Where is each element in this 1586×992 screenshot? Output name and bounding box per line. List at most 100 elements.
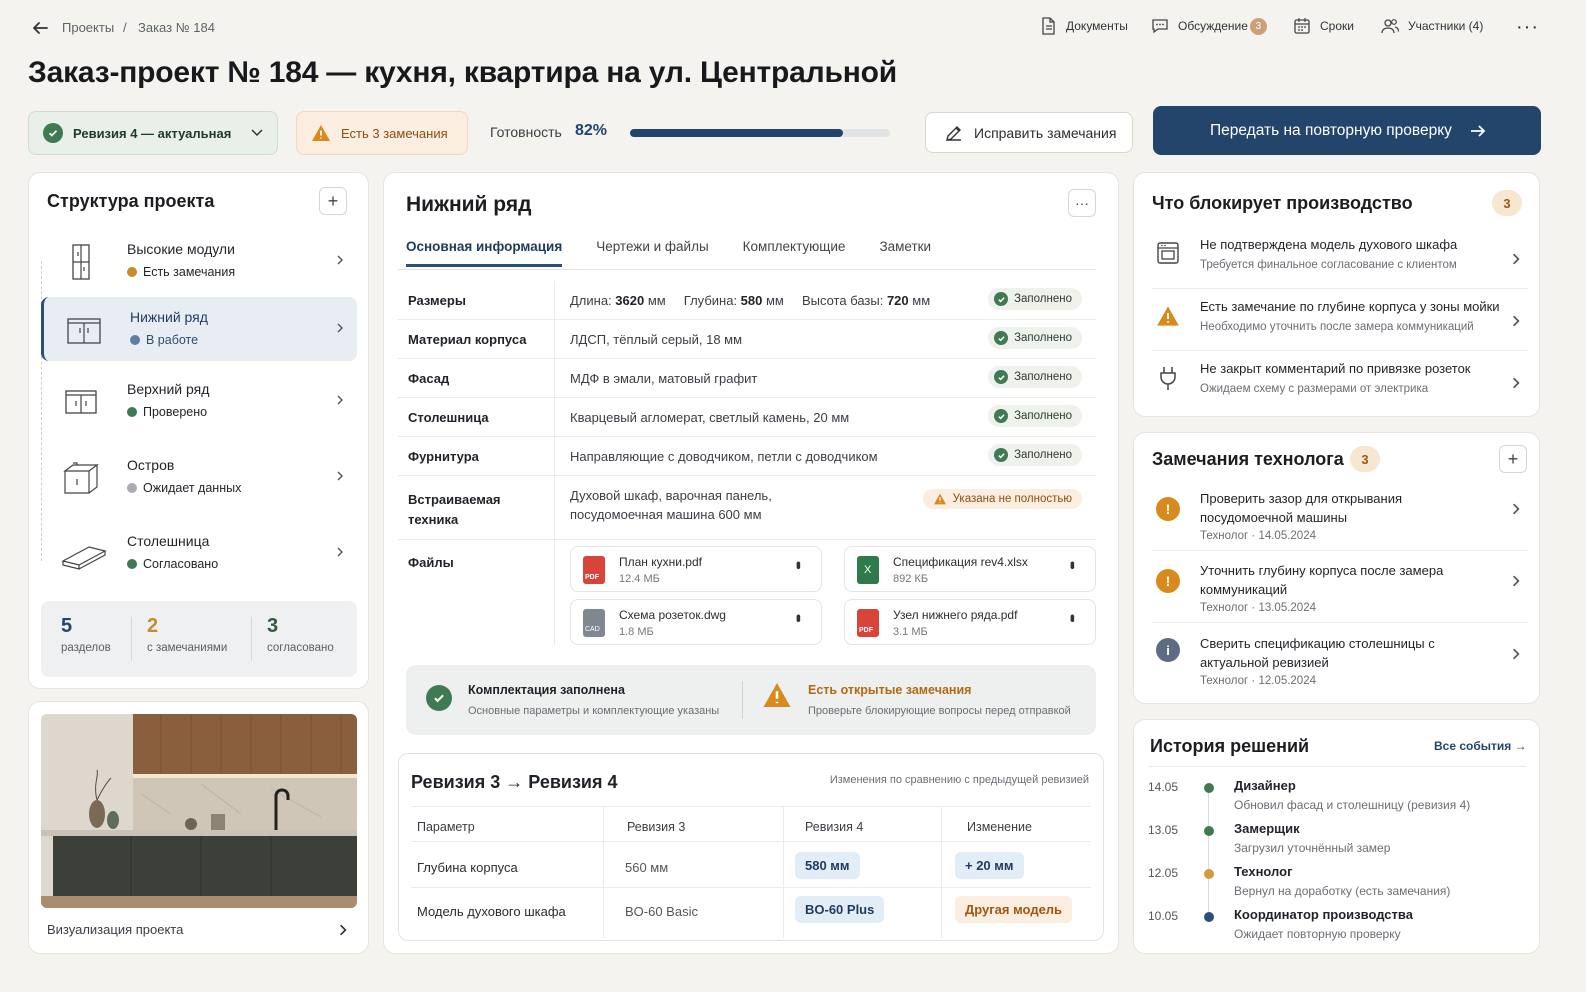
fix-remarks-button[interactable]: Исправить замечания	[925, 112, 1133, 153]
blocker-item[interactable]: Есть замечание по глубине корпуса у зоны…	[1152, 291, 1528, 351]
note-item[interactable]: i Сверить спецификацию столешницы с акту…	[1152, 634, 1528, 696]
tab-components[interactable]: Комплектующие	[743, 239, 846, 267]
plug-icon	[1160, 367, 1176, 390]
detail-row-body-material: Материал корпуса ЛДСП, тёплый серый, 18 …	[398, 320, 1096, 359]
status-text: Указана не полностью	[952, 493, 1072, 505]
file-card[interactable]: X Спецификация rev4.xlsx 892 КБ •••	[844, 546, 1096, 592]
kebab-menu-icon[interactable]: •••	[791, 561, 807, 567]
kebab-menu-icon[interactable]: •••	[791, 614, 807, 620]
table-cell: Модель духового шкафа	[417, 904, 566, 919]
summary-warn-subtitle: Проверьте блокирующие вопросы перед отпр…	[808, 705, 1071, 717]
tab-notes[interactable]: Заметки	[879, 239, 931, 267]
status-filled-badge: Заполнено	[988, 444, 1082, 466]
blocker-item[interactable]: Не подтверждена модель духового шкафа Тр…	[1152, 229, 1528, 289]
detail-value: Направляющие с доводчиком, петли с довод…	[570, 449, 878, 464]
check-circle-icon	[426, 685, 452, 711]
change-chip: + 20 мм	[955, 852, 1024, 879]
notes-count-badge: 3	[1350, 446, 1380, 472]
section-detail-panel: Нижний ряд ··· Основная информация Черте…	[383, 172, 1119, 954]
table-cell: 560 мм	[625, 860, 669, 875]
blocker-item[interactable]: Не закрыт комментарий по привязке розето…	[1152, 353, 1528, 413]
kebab-menu-icon[interactable]: •••	[1065, 614, 1081, 620]
divider	[251, 617, 252, 661]
tab-main-info[interactable]: Основная информация	[406, 239, 563, 267]
structure-item-status: Ожидает данных	[127, 481, 241, 495]
stat-approved: 3 согласовано	[267, 615, 334, 654]
kebab-menu-icon[interactable]: •••	[1065, 561, 1081, 567]
status-filled-badge: Заполнено	[988, 288, 1082, 310]
note-date: 14.05.2024	[1258, 530, 1316, 542]
blocker-title: Есть замечание по глубине корпуса у зоны…	[1200, 299, 1500, 314]
detail-key: Размеры	[408, 293, 466, 308]
blocker-title: Не закрыт комментарий по привязке розето…	[1200, 361, 1471, 376]
breadcrumb-projects[interactable]: Проекты	[62, 20, 114, 35]
detail-value: Духовой шкаф, варочная панель, посудомое…	[570, 488, 772, 522]
file-card[interactable]: PDF Узел нижнего ряда.pdf 3.1 МБ •••	[844, 599, 1096, 645]
detail-row-dimensions: Размеры Длина: 3620 мм Глубина: 580 мм В…	[398, 281, 1096, 320]
discussion-button[interactable]: Обсуждение 3	[1150, 16, 1267, 36]
table-header: Ревизия 4	[805, 820, 864, 834]
discussion-label: Обсуждение	[1178, 19, 1248, 33]
table-header: Ревизия 3	[627, 820, 686, 834]
chevron-right-icon	[337, 395, 343, 405]
more-menu-icon[interactable]: ···	[1516, 16, 1539, 39]
structure-item-upper-row[interactable]: Верхний ряд Проверено	[41, 369, 357, 433]
check-circle-icon	[994, 292, 1009, 306]
section-more-button[interactable]: ···	[1068, 189, 1096, 217]
status-dot	[127, 267, 137, 277]
file-card[interactable]: CAD Схема розеток.dwg 1.8 МБ •••	[570, 599, 822, 645]
revision-selector[interactable]: Ревизия 4 — актуальная	[28, 111, 278, 155]
status-incomplete-badge: Указана не полностью	[922, 489, 1082, 509]
stat-with-remarks: 2 с замечаниями	[147, 615, 227, 654]
status-dot	[130, 335, 140, 345]
tab-drawings-files[interactable]: Чертежи и файлы	[596, 239, 708, 267]
wall-cabinet-icon	[65, 390, 97, 414]
submit-recheck-button[interactable]: Передать на повторную проверку	[1153, 106, 1541, 155]
note-author: Технолог	[1200, 675, 1249, 687]
countertop-icon	[61, 546, 107, 570]
structure-item-lower-row[interactable]: Нижний ряд В работе	[41, 297, 357, 361]
remarks-badge[interactable]: Есть 3 замечания	[296, 111, 468, 155]
structure-item-island[interactable]: Остров Ожидает данных	[41, 445, 357, 509]
file-card[interactable]: PDF План кухни.pdf 12.4 МБ •••	[570, 546, 822, 592]
blocker-subtitle: Необходимо уточнить после замера коммуни…	[1200, 321, 1474, 333]
info-circle-icon: i	[1156, 638, 1180, 662]
structure-item-name: Высокие модули	[127, 241, 235, 257]
chevron-right-icon	[1513, 315, 1520, 327]
chevron-right-icon	[340, 924, 347, 936]
all-events-link[interactable]: Все события →	[1434, 739, 1527, 753]
chevron-right-icon	[1513, 648, 1520, 660]
structure-item-name: Верхний ряд	[127, 381, 210, 397]
chevron-right-icon	[1513, 503, 1520, 515]
structure-item-countertop[interactable]: Столешница Согласовано	[41, 521, 357, 585]
participants-button[interactable]: Участники (4)	[1380, 16, 1483, 36]
readiness-value: 82%	[575, 122, 608, 139]
visualization-panel[interactable]: Визуализация проекта	[28, 701, 369, 954]
note-item[interactable]: ! Проверить зазор для открывания посудом…	[1152, 489, 1528, 551]
note-title: Уточнить глубину корпуса после замера ко…	[1200, 563, 1444, 597]
production-blockers-panel: Что блокирует производство 3 Не подтверж…	[1133, 172, 1540, 417]
check-circle-icon	[43, 123, 63, 143]
structure-item-tall-modules[interactable]: Высокие модули Есть замечания	[41, 229, 357, 293]
add-section-button[interactable]: +	[319, 187, 347, 215]
table-header: Изменение	[967, 820, 1032, 834]
stat-sections: 5 разделов	[61, 615, 111, 654]
back-arrow-icon[interactable]	[30, 18, 50, 38]
revision-from: Ревизия 3	[411, 772, 501, 792]
status-text: Заполнено	[1014, 410, 1072, 422]
deadlines-button[interactable]: Сроки	[1292, 16, 1354, 36]
note-date: 12.05.2024	[1258, 675, 1316, 687]
note-item[interactable]: ! Уточнить глубину корпуса после замера …	[1152, 561, 1528, 623]
dim-depth-value: 580	[740, 293, 763, 308]
divider	[131, 617, 132, 661]
add-note-button[interactable]: +	[1499, 445, 1527, 473]
cad-file-icon: CAD	[583, 609, 605, 637]
file-size: 12.4 МБ	[619, 573, 660, 585]
history-actor: Координатор производства	[1234, 907, 1413, 922]
documents-label: Документы	[1066, 19, 1128, 33]
dim-length-value: 3620	[615, 293, 645, 308]
detail-row-facade: Фасад МДФ в эмали, матовый графит Заполн…	[398, 359, 1096, 398]
documents-button[interactable]: Документы	[1038, 16, 1128, 36]
divider	[1148, 766, 1526, 767]
chevron-down-icon	[251, 129, 263, 137]
